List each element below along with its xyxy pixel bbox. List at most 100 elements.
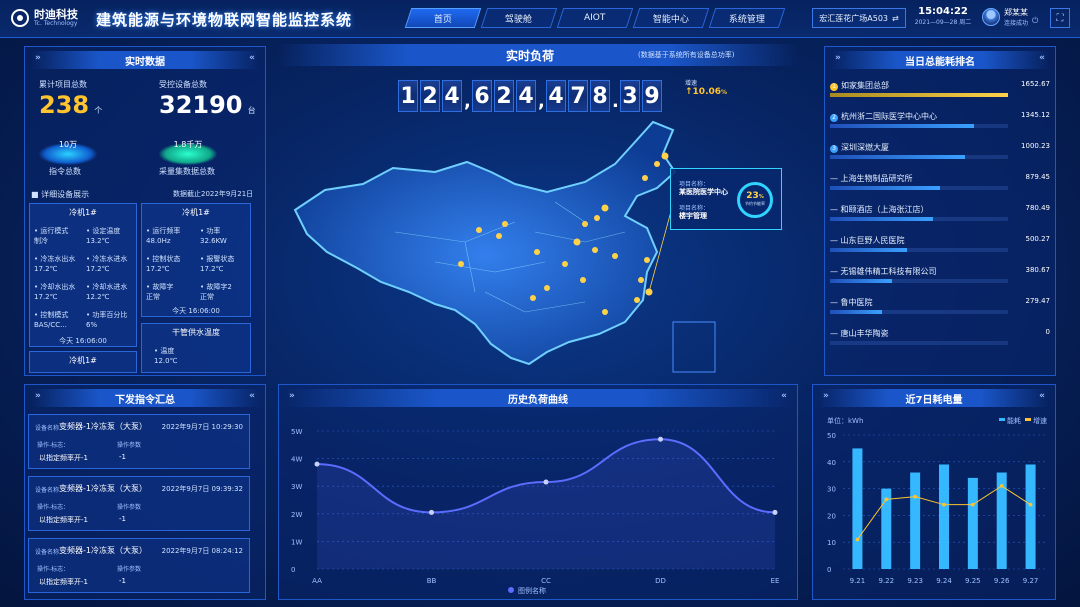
ranking-bar-track [830,93,1008,97]
device-card-supply-temp[interactable]: 干管供水温度 • 温度 12.0℃ [141,323,251,373]
ranking-item-value: 380.67 [1025,266,1051,274]
device-card-chiller-2[interactable]: 冷机1# [29,351,137,373]
user-name: 郑某某 [1004,8,1028,17]
arrow-left-icon: « [781,391,787,401]
project-callout[interactable]: 项目名称： 某医院医学中心 项目名称： 楼宇管理 23% 节约节能率 [670,168,782,230]
ranking-item[interactable]: — 鲁中医院 279.47 [830,297,1050,314]
ranking-bar [830,155,966,159]
device-card-chiller-1b[interactable]: 冷机1# • 运行频率 48.0Hz • 功率 32.6KW • 控制状态 17.2℃… [141,203,251,317]
ranking-item-name: — 无锡雄伟精工科技有限公司 [830,267,937,276]
location-selector[interactable]: 宏汇莲花广场A503 ⇄ [812,8,906,28]
ranking-item-name: — 和颐酒店（上海张江店） [830,205,929,214]
controlled-devices-label: 受控设备总数 [159,80,207,89]
growth-point[interactable] [942,502,946,507]
command-item[interactable]: 设备名称 变频器-1冷冻泵（大泵） 2022年9月7日 10:29:30 操作-… [28,414,250,469]
data-point[interactable] [772,509,778,515]
kv-power: • 功率 32.6KW [200,227,227,245]
command-time: 2022年9月7日 08:24:12 [161,547,243,555]
bar[interactable] [852,448,863,569]
growth-point[interactable] [913,494,917,499]
realtime-load-header: 实时负荷 (数据基于系统所有设备总功率) [278,44,798,66]
bar[interactable] [910,472,921,569]
command-item[interactable]: 设备名称 变频器-1冷冻泵（大泵） 2022年9月7日 08:24:12 操作-… [28,538,250,593]
x-tick-label: 9.26 [994,577,1010,585]
data-point[interactable] [314,461,320,467]
ranking-item[interactable]: 2 杭州浙二国际医学中心中心 1345.12 [830,111,1050,128]
nav-aiot[interactable]: AIOT [556,8,634,28]
x-tick-label: 9.24 [936,577,952,585]
ranking-item-value: 879.45 [1025,173,1051,181]
power-7day-panel: » 近7日耗电量 « 单位：kWh 能耗 增速 0 10 20 30 40 50 9.21 9.22… [812,384,1056,600]
bullet-icon: ■ [31,190,42,199]
growth-point[interactable] [855,537,860,542]
x-tick-label: AA [312,577,322,585]
ranking-item[interactable]: — 唐山丰华陶瓷 0 [830,328,1050,345]
ranking-item-name: — 鲁中医院 [830,298,873,307]
growth-indicator: 增速 ↑10.06% [685,78,727,97]
avatar[interactable] [982,8,1000,26]
system-title: 建筑能源与环境物联网智能监控系统 [96,11,353,29]
nav-system-admin[interactable]: 系统管理 [708,8,786,28]
y-tick-label: 40 [827,459,836,467]
controlled-devices: 32190 台 [159,91,256,119]
command-item[interactable]: 设备名称 变频器-1冷冻泵（大泵） 2022年9月7日 09:39:32 操作-… [28,476,250,531]
realtime-load-subtitle: (数据基于系统所有设备总功率) [638,51,735,59]
device-card-chiller-1[interactable]: 冷机1# • 运行模式 制冷 • 设定温度 13.2℃ • 冷冻水出水 17.2℃ •… [29,203,137,347]
rank-badge: 3 [830,145,838,153]
x-tick-label: 9.25 [965,577,981,585]
nav-home[interactable]: 首页 [404,8,482,28]
ranking-item-name: 3 深圳深燃大厦 [830,142,1050,153]
growth-point[interactable] [971,502,975,507]
power-icon[interactable]: ⏻ [1032,16,1038,26]
fullscreen-icon[interactable]: ⛶ [1050,8,1070,28]
bar[interactable] [1025,464,1036,569]
arrow-left-icon: « [1039,53,1045,63]
china-map[interactable] [285,112,785,374]
nav-cockpit[interactable]: 驾驶舱 [480,8,558,28]
x-tick-label: 9.23 [907,577,923,585]
ranking-bar [830,248,907,252]
op-label: 操作-标志： [37,566,70,573]
ranking-item[interactable]: 3 深圳深燃大厦 1000.23 [830,142,1050,159]
x-tick-label: DD [655,577,666,585]
card-timestamp: 今天 16:06:00 [172,307,220,315]
param-value: -1 [119,453,126,461]
growth-label: 增速 [685,80,698,87]
op-value: 以指定频率开-1 [39,516,88,524]
digit: 3 [620,80,640,112]
history-load-chart[interactable]: 0 1W 2W 3W 4W 5W AA BB CC DD EE 图例名称 [279,409,797,599]
data-point[interactable] [658,436,663,442]
ranking-bar-track [830,341,1008,345]
param-value: -1 [119,577,126,585]
data-point[interactable] [543,479,549,485]
clock-time: 15:04:22 [918,6,968,17]
growth-point[interactable] [884,497,889,502]
op-value: 以指定频率开-1 [39,454,88,462]
growth-point[interactable] [1028,502,1033,507]
ranking-item[interactable]: — 上海生物制品研究所 879.45 [830,173,1051,190]
ranking-item-name: 1 如家集团总部 [830,80,1050,91]
ranking-item[interactable]: 1 如家集团总部 1652.67 [830,80,1050,97]
ranking-item-value: 1000.23 [1021,142,1050,150]
unit-label: 单位：kWh [827,416,863,425]
user-status: 连接成功 [1004,20,1029,27]
power-7day-chart[interactable]: 单位：kWh 能耗 增速 0 10 20 30 40 50 9.21 9.22 9.23 9.24 9.2… [813,409,1055,599]
arrow-right-icon: » [35,53,41,63]
bar[interactable] [967,477,978,569]
data-point[interactable] [429,509,434,515]
ranking-item[interactable]: — 山东巨野人民医院 500.27 [830,235,1050,252]
ranking-item[interactable]: — 和颐酒店（上海张江店） 780.49 [830,204,1050,221]
card-title: 冷机1# [69,356,97,365]
rank-badge: 1 [830,83,838,91]
rank-badge: 2 [830,114,838,122]
ranking-item[interactable]: — 无锡雄伟精工科技有限公司 380.67 [830,266,1051,283]
device-label: 设备名称 [35,549,60,556]
bar[interactable] [939,464,949,569]
legend-marker [1025,418,1031,421]
y-tick-label: 4W [291,456,302,464]
rank-dash: — [830,236,841,245]
growth-point[interactable] [999,484,1004,488]
user-info[interactable]: 郑某某 连接成功 [1004,7,1028,27]
ranking-item-value: 0 [1045,328,1050,336]
nav-smart-center[interactable]: 智能中心 [632,8,710,28]
